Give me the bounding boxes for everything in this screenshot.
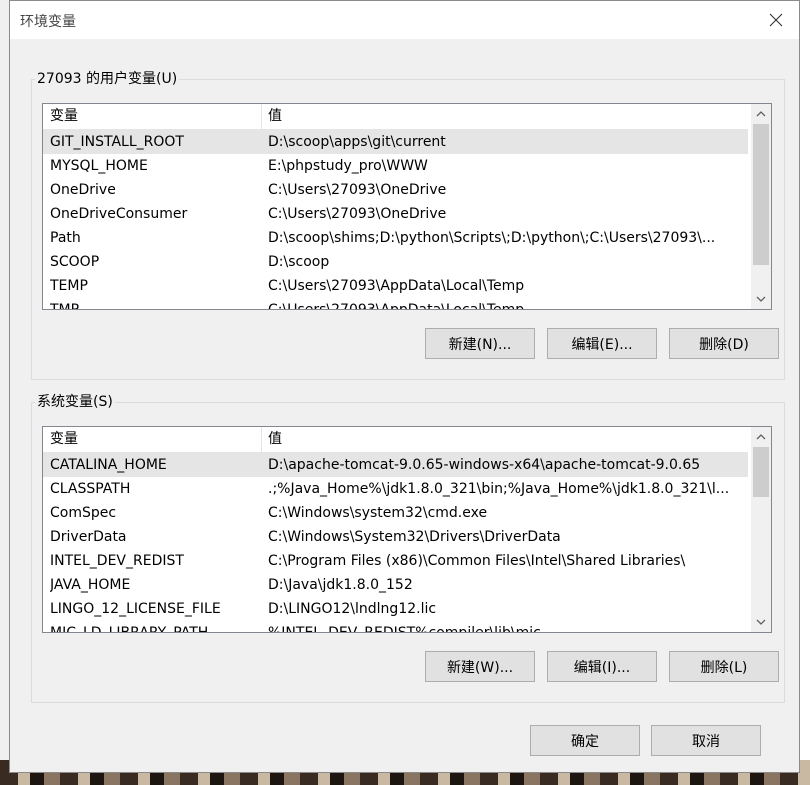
variable-name-cell: MYSQL_HOME (50, 158, 148, 174)
table-row[interactable]: INTEL_DEV_REDIST C:\Program Files (x86)\C… (43, 549, 748, 573)
table-row[interactable]: LINGO_12_LICENSE_FILE D:\LINGO12\lndlng12… (43, 597, 748, 621)
vertical-scrollbar[interactable] (751, 104, 771, 309)
user-variables-rows: GIT_INSTALL_ROOT D:\scoop\apps\git\curren… (43, 130, 748, 310)
table-row[interactable]: OneDriveConsumer C:\Users\27093\OneDrive (43, 202, 748, 226)
table-row[interactable]: MIC_LD_LIBRARY_PATH %INTEL_DEV_REDIST%com… (43, 621, 748, 633)
variable-name-cell: ComSpec (50, 505, 117, 521)
table-row[interactable]: JAVA_HOME D:\Java\jdk1.8.0_152 (43, 573, 748, 597)
variable-value-cell: C:\Users\27093\OneDrive (268, 206, 447, 222)
chevron-down-icon (756, 296, 766, 302)
scroll-down-arrow[interactable] (751, 289, 771, 309)
environment-variables-dialog: 环境变量 27093 的用户变量(U) 变量 值 GIT_INSTALL_ROO… (9, 0, 800, 773)
user-new-button[interactable]: 新建(N)... (425, 328, 535, 359)
list-header: 变量 值 (43, 104, 748, 130)
system-new-button[interactable]: 新建(W)... (425, 651, 535, 682)
variable-value-cell: D:\apache-tomcat-9.0.65-windows-x64\apac… (268, 457, 701, 473)
scroll-thumb[interactable] (753, 447, 769, 497)
window-title: 环境变量 (20, 14, 76, 30)
user-edit-button[interactable]: 编辑(E)... (547, 328, 657, 359)
variable-name-cell: OneDriveConsumer (50, 206, 188, 222)
variable-value-cell: D:\scoop\apps\git\current (268, 134, 446, 150)
variable-value-cell: C:\Users\27093\OneDrive (268, 182, 447, 198)
variable-value-cell: C:\Users\27093\AppData\Local\Temp (268, 302, 525, 310)
variable-value-cell: C:\Users\27093\AppData\Local\Temp (268, 278, 525, 294)
chevron-up-icon (756, 111, 766, 117)
variable-name-cell: GIT_INSTALL_ROOT (50, 134, 184, 150)
variable-value-cell: D:\Java\jdk1.8.0_152 (268, 577, 413, 593)
vertical-scrollbar[interactable] (751, 427, 771, 632)
system-variables-rows: CATALINA_HOME D:\apache-tomcat-9.0.65-win… (43, 453, 748, 633)
variable-name-cell: INTEL_DEV_REDIST (50, 553, 184, 569)
variable-name-cell: CLASSPATH (50, 481, 131, 497)
variable-value-cell: C:\Windows\System32\Drivers\DriverData (268, 529, 561, 545)
table-row[interactable]: SCOOP D:\scoop (43, 250, 748, 274)
table-row[interactable]: DriverData C:\Windows\System32\Drivers\Dr… (43, 525, 748, 549)
user-variables-list[interactable]: 变量 值 GIT_INSTALL_ROOT D:\scoop\apps\git\c… (42, 103, 772, 310)
variable-value-cell: C:\Program Files (x86)\Common Files\Inte… (268, 553, 686, 569)
table-row[interactable]: MYSQL_HOME E:\phpstudy_pro\WWW (43, 154, 748, 178)
system-variables-list[interactable]: 变量 值 CATALINA_HOME D:\apache-tomcat-9.0.6… (42, 426, 772, 633)
system-delete-button[interactable]: 删除(L) (669, 651, 779, 682)
variable-name-cell: Path (50, 230, 81, 246)
variable-value-cell: D:\LINGO12\lndlng12.lic (268, 601, 437, 617)
chevron-up-icon (756, 434, 766, 440)
table-row[interactable]: OneDrive C:\Users\27093\OneDrive (43, 178, 748, 202)
column-header-value[interactable]: 值 (261, 104, 282, 129)
variable-name-cell: MIC_LD_LIBRARY_PATH (50, 625, 209, 633)
system-edit-button[interactable]: 编辑(I)... (547, 651, 657, 682)
column-header-variable[interactable]: 变量 (43, 427, 262, 452)
cancel-button[interactable]: 取消 (651, 725, 761, 756)
variable-name-cell: LINGO_12_LICENSE_FILE (50, 601, 221, 617)
scroll-down-arrow[interactable] (751, 612, 771, 632)
variable-name-cell: CATALINA_HOME (50, 457, 167, 473)
scroll-thumb[interactable] (753, 124, 769, 265)
background-window-right (800, 0, 810, 785)
table-row[interactable]: GIT_INSTALL_ROOT D:\scoop\apps\git\curren… (43, 130, 748, 154)
variable-value-cell: .;%Java_Home%\jdk1.8.0_321\bin;%Java_Hom… (268, 481, 730, 497)
close-icon (769, 13, 783, 27)
scroll-up-arrow[interactable] (751, 104, 771, 124)
background-window-left (0, 0, 9, 785)
variable-value-cell: %INTEL_DEV_REDIST%compiler\lib\mic (268, 625, 541, 633)
table-row[interactable]: Path D:\scoop\shims;D:\python\Scripts\;D:… (43, 226, 748, 250)
variable-value-cell: E:\phpstudy_pro\WWW (268, 158, 428, 174)
variable-name-cell: DriverData (50, 529, 127, 545)
table-row[interactable]: TMP C:\Users\27093\AppData\Local\Temp (43, 298, 748, 310)
scroll-up-arrow[interactable] (751, 427, 771, 447)
chevron-down-icon (756, 619, 766, 625)
ok-button[interactable]: 确定 (530, 725, 640, 756)
variable-name-cell: OneDrive (50, 182, 116, 198)
user-variables-group: 27093 的用户变量(U) 变量 值 GIT_INSTALL_ROOT D:\s… (31, 68, 785, 380)
close-button[interactable] (753, 1, 799, 39)
column-header-value[interactable]: 值 (261, 427, 282, 452)
variable-name-cell: JAVA_HOME (50, 577, 131, 593)
variable-value-cell: D:\scoop\shims;D:\python\Scripts\;D:\pyt… (268, 230, 716, 246)
variable-value-cell: D:\scoop (268, 254, 330, 270)
table-row[interactable]: CATALINA_HOME D:\apache-tomcat-9.0.65-win… (43, 453, 748, 477)
column-header-variable[interactable]: 变量 (43, 104, 262, 129)
system-variables-label: 系统变量(S) (35, 391, 115, 411)
table-row[interactable]: CLASSPATH .;%Java_Home%\jdk1.8.0_321\bin;… (43, 477, 748, 501)
title-bar: 环境变量 (10, 1, 799, 39)
list-header: 变量 值 (43, 427, 748, 453)
table-row[interactable]: ComSpec C:\Windows\system32\cmd.exe (43, 501, 748, 525)
user-variables-label: 27093 的用户变量(U) (35, 68, 180, 88)
system-variables-group: 系统变量(S) 变量 值 CATALINA_HOME D:\apache-tomc… (31, 391, 785, 703)
variable-name-cell: TMP (50, 302, 80, 310)
variable-value-cell: C:\Windows\system32\cmd.exe (268, 505, 488, 521)
variable-name-cell: TEMP (50, 278, 88, 294)
table-row[interactable]: TEMP C:\Users\27093\AppData\Local\Temp (43, 274, 748, 298)
variable-name-cell: SCOOP (50, 254, 100, 270)
user-delete-button[interactable]: 删除(D) (669, 328, 779, 359)
